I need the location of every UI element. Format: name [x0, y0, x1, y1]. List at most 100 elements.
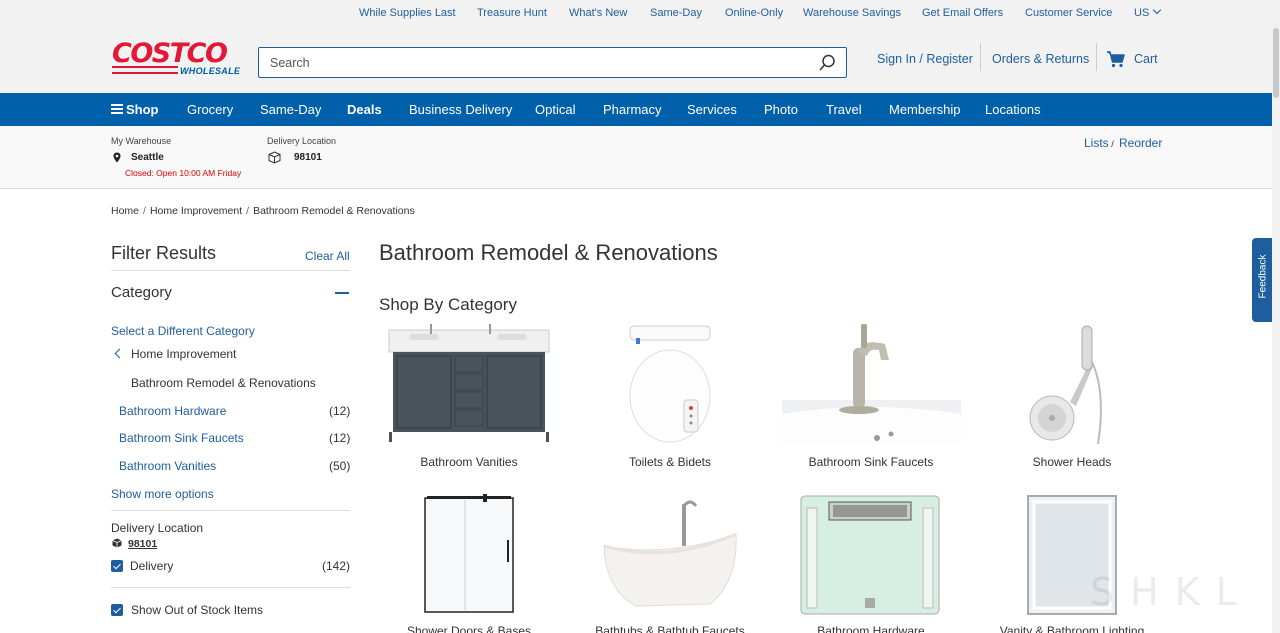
shower-door-image	[424, 494, 514, 613]
subcategory-bathroom-hardware[interactable]: Bathroom Hardware	[119, 404, 226, 418]
subcategory-count: (12)	[329, 404, 351, 418]
util-link-online-only[interactable]: Online-Only	[725, 7, 783, 19]
clear-all-button[interactable]: Clear All	[305, 249, 350, 263]
category-label: Vanity & Bathroom Lighting	[999, 624, 1145, 633]
nav-pharmacy[interactable]: Pharmacy	[603, 102, 662, 117]
package-icon	[268, 151, 281, 164]
divider	[111, 587, 350, 588]
show-more-options-link[interactable]: Show more options	[111, 487, 214, 501]
bathtub-image	[603, 500, 737, 607]
nav-optical[interactable]: Optical	[535, 102, 575, 117]
search-icon[interactable]	[818, 54, 836, 72]
main-nav: Shop Grocery Same-Day Deals Business Del…	[0, 93, 1280, 126]
orders-returns-link[interactable]: Orders & Returns	[992, 52, 1089, 66]
lists-label: Lists	[1084, 136, 1109, 150]
warehouse-name[interactable]: Seattle	[131, 152, 164, 163]
category-label: Shower Doors & Bases	[406, 624, 532, 633]
category-label: Bathroom Hardware	[817, 624, 925, 633]
delivery-count: (142)	[322, 559, 351, 573]
category-tile-bathroom-vanities[interactable]: Bathroom Vanities	[379, 322, 559, 472]
category-tile-shower-heads[interactable]: Shower Heads	[982, 322, 1162, 472]
category-tile-bathroom-sink-faucets[interactable]: Bathroom Sink Faucets	[781, 322, 961, 472]
nav-business-delivery[interactable]: Business Delivery	[409, 102, 512, 117]
category-tile-shower-doors-bases[interactable]: Shower Doors & Bases	[379, 494, 559, 633]
nav-shop[interactable]: Shop	[126, 102, 159, 117]
util-link-warehouse-savings[interactable]: Warehouse Savings	[803, 7, 901, 19]
feedback-tab[interactable]: Feedback	[1252, 238, 1274, 322]
collapse-minus-icon[interactable]	[335, 292, 349, 294]
delivery-option-label[interactable]: Delivery	[130, 559, 173, 573]
toilet-seat-image	[629, 325, 711, 443]
nav-membership[interactable]: Membership	[889, 102, 961, 117]
shower-head-image	[1029, 325, 1102, 444]
costco-logo[interactable]: COSTCO WHOLESALE	[112, 40, 240, 76]
search-input[interactable]	[259, 48, 799, 77]
subcategory-count: (50)	[329, 459, 351, 473]
utility-bar: While Supplies Last Treasure Hunt What's…	[0, 0, 1280, 26]
divider	[111, 270, 350, 271]
filter-results-title: Filter Results	[111, 243, 217, 263]
select-different-category-link[interactable]: Select a Different Category	[111, 324, 255, 338]
category-label: Bathroom Vanities	[420, 455, 518, 469]
util-link-email-offers[interactable]: Get Email Offers	[922, 7, 1003, 19]
header-divider	[980, 43, 981, 71]
page-title: Bathroom Remodel & Renovations	[379, 240, 718, 265]
util-link-same-day[interactable]: Same-Day	[650, 7, 702, 19]
category-tile-bathroom-hardware[interactable]: Bathroom Hardware	[781, 494, 961, 633]
subcategory-count: (12)	[329, 431, 351, 445]
country-label: US	[1134, 7, 1150, 19]
out-of-stock-checkbox[interactable]	[111, 604, 123, 616]
breadcrumb-current: Bathroom Remodel & Renovations	[253, 205, 415, 217]
search-bar	[258, 47, 847, 78]
cart-link[interactable]: Cart	[1134, 52, 1158, 66]
category-label: Bathtubs & Bathtub Faucets	[595, 624, 745, 633]
sign-in-link[interactable]: Sign In / Register	[877, 52, 973, 66]
util-link-whats-new[interactable]: What's New	[569, 7, 627, 19]
delivery-zip[interactable]: 98101	[294, 152, 322, 163]
reorder-link[interactable]: Reorder	[1119, 136, 1162, 150]
country-selector[interactable]: US	[1134, 5, 1162, 19]
chevron-left-icon[interactable]	[114, 348, 125, 359]
util-link-while-supplies-last[interactable]: While Supplies Last	[359, 7, 456, 19]
util-link-treasure-hunt[interactable]: Treasure Hunt	[477, 7, 547, 19]
breadcrumb-home-improvement[interactable]: Home Improvement	[150, 205, 242, 217]
util-link-customer-service[interactable]: Customer Service	[1025, 7, 1112, 19]
warehouse-status: Closed: Open 10:00 AM Friday	[125, 168, 242, 178]
nav-photo[interactable]: Photo	[764, 102, 798, 117]
category-tile-bathtubs-faucets[interactable]: Bathtubs & Bathtub Faucets	[580, 494, 760, 633]
breadcrumb-home[interactable]: Home	[111, 205, 139, 217]
map-pin-icon	[113, 152, 121, 163]
nav-deals[interactable]: Deals	[347, 102, 382, 117]
show-out-of-stock-label[interactable]: Show Out of Stock Items	[131, 603, 263, 617]
subcategory-bathroom-sink-faucets[interactable]: Bathroom Sink Faucets	[119, 431, 244, 445]
nav-travel[interactable]: Travel	[826, 102, 862, 117]
nav-same-day[interactable]: Same-Day	[260, 102, 321, 117]
category-tile-toilets-bidets[interactable]: Toilets & Bidets	[580, 322, 760, 472]
delivery-zip-link[interactable]: 98101	[128, 538, 157, 550]
divider	[111, 510, 350, 511]
logo-stripe	[112, 66, 178, 74]
watermark: SHKL	[1090, 570, 1253, 614]
delivery-location-label: Delivery Location	[267, 136, 337, 146]
page-scrollbar[interactable]	[1272, 0, 1280, 633]
delivery-location-filter-label: Delivery Location	[111, 521, 204, 535]
category-label: Toilets & Bidets	[628, 455, 712, 469]
nav-grocery[interactable]: Grocery	[187, 102, 233, 117]
cart-icon[interactable]	[1106, 50, 1126, 68]
location-bar: My Warehouse Seattle Closed: Open 10:00 …	[0, 126, 1280, 189]
lists-link[interactable]: Lists /	[1084, 136, 1114, 150]
hamburger-menu-icon[interactable]	[111, 104, 123, 114]
breadcrumb: Home / Home Improvement / Bathroom Remodel &…	[111, 205, 415, 217]
category-heading[interactable]: Category	[111, 284, 172, 301]
bathroom-scale-image	[800, 495, 940, 615]
nav-services[interactable]: Services	[687, 102, 737, 117]
package-icon	[112, 538, 122, 548]
nav-locations[interactable]: Locations	[985, 102, 1041, 117]
subcategory-bathroom-vanities[interactable]: Bathroom Vanities	[119, 459, 216, 473]
site-header: COSTCO WHOLESALE Sign In / Register Orde…	[0, 26, 1280, 93]
delivery-checkbox[interactable]	[111, 560, 123, 572]
scrollbar-thumb[interactable]	[1273, 28, 1279, 98]
chevron-down-icon	[1153, 5, 1162, 15]
sink-faucet-image	[782, 324, 961, 444]
parent-category-link[interactable]: Home Improvement	[131, 347, 236, 361]
